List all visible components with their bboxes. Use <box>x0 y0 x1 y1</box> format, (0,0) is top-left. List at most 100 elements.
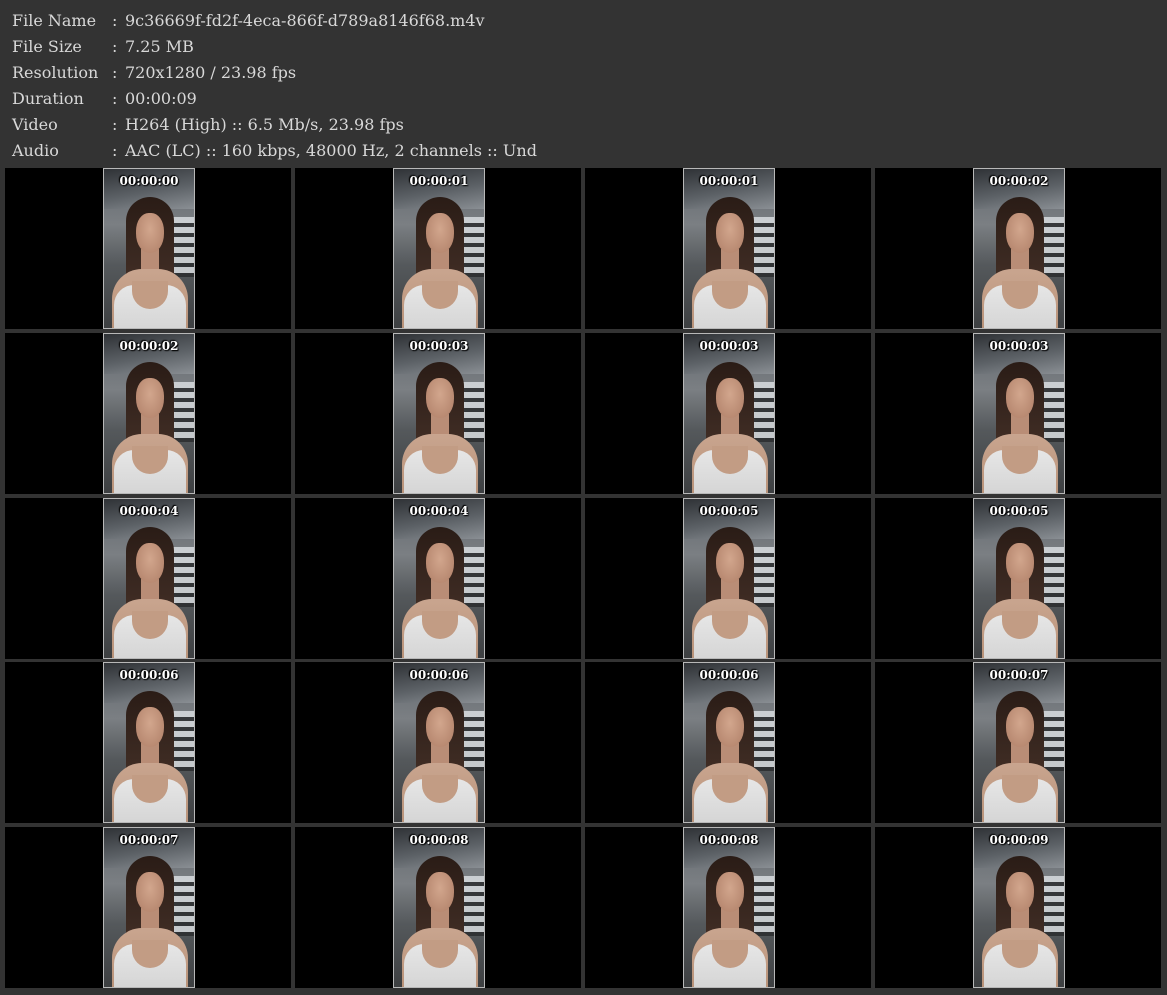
info-separator: : <box>112 11 118 30</box>
timestamp-label: 00:00:04 <box>409 504 469 518</box>
timestamp-label: 00:00:09 <box>989 833 1049 847</box>
frame-image <box>104 663 194 822</box>
timestamp-label: 00:00:02 <box>989 174 1049 188</box>
video-frame: 00:00:07 <box>973 662 1065 823</box>
frame-image <box>974 663 1064 822</box>
thumbnail-cell[interactable]: 00:00:02 <box>5 333 291 494</box>
video-frame: 00:00:09 <box>973 827 1065 988</box>
info-row-file-name: File Name : 9c36669f-fd2f-4eca-866f-d789… <box>12 8 537 34</box>
timestamp-label: 00:00:03 <box>409 339 469 353</box>
video-frame: 00:00:03 <box>393 333 485 494</box>
video-frame: 00:00:02 <box>973 168 1065 329</box>
info-label: Resolution <box>12 63 99 82</box>
video-frame: 00:00:06 <box>393 662 485 823</box>
frame-image <box>104 499 194 658</box>
thumbnail-cell[interactable]: 00:00:03 <box>875 333 1161 494</box>
thumbnail-cell[interactable]: 00:00:04 <box>295 498 581 659</box>
thumbnail-cell[interactable]: 00:00:01 <box>585 168 871 329</box>
frame-image <box>684 334 774 493</box>
thumbnail-cell[interactable]: 00:00:08 <box>585 827 871 988</box>
thumbnail-cell[interactable]: 00:00:01 <box>295 168 581 329</box>
frame-image <box>684 499 774 658</box>
video-frame: 00:00:03 <box>683 333 775 494</box>
video-frame: 00:00:03 <box>973 333 1065 494</box>
thumbnail-cell[interactable]: 00:00:05 <box>875 498 1161 659</box>
frame-image <box>684 663 774 822</box>
thumbnail-cell[interactable]: 00:00:02 <box>875 168 1161 329</box>
frame-image <box>394 169 484 328</box>
video-frame: 00:00:05 <box>683 498 775 659</box>
info-row-duration: Duration : 00:00:09 <box>12 86 537 112</box>
thumbnail-cell[interactable]: 00:00:03 <box>585 333 871 494</box>
info-separator: : <box>112 89 118 108</box>
video-frame: 00:00:06 <box>683 662 775 823</box>
frame-image <box>684 828 774 987</box>
video-frame: 00:00:02 <box>103 333 195 494</box>
video-frame: 00:00:07 <box>103 827 195 988</box>
timestamp-label: 00:00:01 <box>699 174 759 188</box>
info-row-audio: Audio : AAC (LC) :: 160 kbps, 48000 Hz, … <box>12 138 537 164</box>
info-value: 7.25 MB <box>125 37 194 56</box>
info-label: File Size <box>12 37 82 56</box>
thumbnail-cell[interactable]: 00:00:04 <box>5 498 291 659</box>
timestamp-label: 00:00:02 <box>119 339 179 353</box>
info-separator: : <box>112 115 118 134</box>
frame-image <box>684 169 774 328</box>
video-frame: 00:00:04 <box>393 498 485 659</box>
info-label: Video <box>12 115 58 134</box>
frame-image <box>394 828 484 987</box>
info-value: AAC (LC) :: 160 kbps, 48000 Hz, 2 channe… <box>125 141 537 160</box>
frame-image <box>974 334 1064 493</box>
video-frame: 00:00:06 <box>103 662 195 823</box>
frame-image <box>104 334 194 493</box>
thumbnail-cell[interactable]: 00:00:06 <box>585 662 871 823</box>
info-label: Duration <box>12 89 84 108</box>
frame-image <box>394 499 484 658</box>
frame-image <box>974 828 1064 987</box>
thumbnail-cell[interactable]: 00:00:09 <box>875 827 1161 988</box>
video-frame: 00:00:08 <box>393 827 485 988</box>
info-separator: : <box>112 63 118 82</box>
frame-image <box>974 169 1064 328</box>
frame-image <box>974 499 1064 658</box>
timestamp-label: 00:00:07 <box>989 668 1049 682</box>
video-frame: 00:00:08 <box>683 827 775 988</box>
timestamp-label: 00:00:06 <box>409 668 469 682</box>
info-separator: : <box>112 141 118 160</box>
frame-image <box>104 169 194 328</box>
video-frame: 00:00:00 <box>103 168 195 329</box>
thumbnail-cell[interactable]: 00:00:05 <box>585 498 871 659</box>
frame-image <box>104 828 194 987</box>
timestamp-label: 00:00:06 <box>699 668 759 682</box>
thumbnail-cell[interactable]: 00:00:07 <box>875 662 1161 823</box>
timestamp-label: 00:00:07 <box>119 833 179 847</box>
thumbnail-cell[interactable]: 00:00:07 <box>5 827 291 988</box>
timestamp-label: 00:00:03 <box>699 339 759 353</box>
info-label: Audio <box>12 141 59 160</box>
video-frame: 00:00:04 <box>103 498 195 659</box>
frame-image <box>394 334 484 493</box>
thumbnail-cell[interactable]: 00:00:00 <box>5 168 291 329</box>
thumbnail-cell[interactable]: 00:00:06 <box>5 662 291 823</box>
info-row-video: Video : H264 (High) :: 6.5 Mb/s, 23.98 f… <box>12 112 537 138</box>
timestamp-label: 00:00:05 <box>699 504 759 518</box>
thumbnail-cell[interactable]: 00:00:06 <box>295 662 581 823</box>
info-value: 9c36669f-fd2f-4eca-866f-d789a8146f68.m4v <box>125 11 485 30</box>
video-frame: 00:00:01 <box>393 168 485 329</box>
file-info-panel: File Name : 9c36669f-fd2f-4eca-866f-d789… <box>12 8 537 164</box>
video-frame: 00:00:05 <box>973 498 1065 659</box>
timestamp-label: 00:00:06 <box>119 668 179 682</box>
timestamp-label: 00:00:04 <box>119 504 179 518</box>
thumbnail-cell[interactable]: 00:00:08 <box>295 827 581 988</box>
timestamp-label: 00:00:01 <box>409 174 469 188</box>
thumbnail-grid: 00:00:00 00:00:01 00:00:01 00:00:02 00:00:02… <box>5 168 1163 992</box>
info-separator: : <box>112 37 118 56</box>
timestamp-label: 00:00:08 <box>409 833 469 847</box>
video-frame: 00:00:01 <box>683 168 775 329</box>
timestamp-label: 00:00:08 <box>699 833 759 847</box>
thumbnail-cell[interactable]: 00:00:03 <box>295 333 581 494</box>
info-label: File Name <box>12 11 97 30</box>
timestamp-label: 00:00:03 <box>989 339 1049 353</box>
info-row-file-size: File Size : 7.25 MB <box>12 34 537 60</box>
info-value: 720x1280 / 23.98 fps <box>125 63 297 82</box>
